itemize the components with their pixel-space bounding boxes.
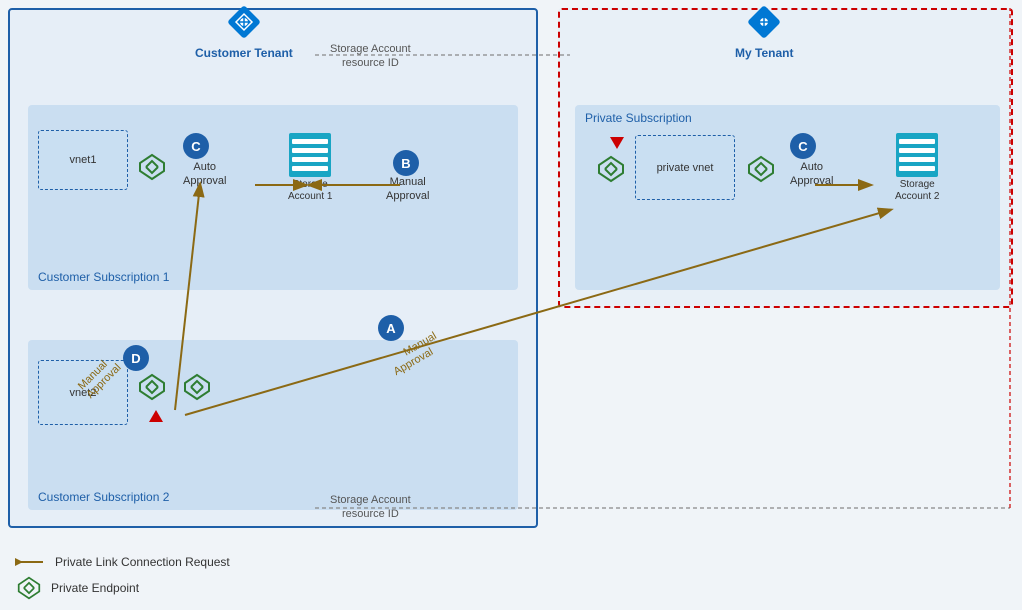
storage-account-1: StorageAccount 1 — [288, 133, 332, 203]
badge-c1: C — [183, 133, 209, 159]
resource-id-top: Storage Account resource ID — [330, 42, 411, 71]
legend-item-pe: Private Endpoint — [15, 576, 230, 600]
vnet1-box: vnet1 — [38, 130, 128, 190]
pe-icon-sub2-left — [138, 373, 166, 401]
legend-pe-label: Private Endpoint — [51, 581, 139, 595]
legend-item-arrow: Private Link Connection Request — [15, 554, 230, 570]
pe-svg-private-right — [747, 155, 775, 183]
private-vnet-box: private vnet — [635, 135, 735, 200]
manual-approval-b: Manual Approval — [386, 175, 429, 204]
pe-icon-sub2-right — [183, 373, 211, 401]
my-tenant-box: My Tenant Private Subscription private v… — [558, 8, 1013, 308]
pe-svg-sub2-right — [183, 373, 211, 401]
diagram-area: Customer Tenant Customer Subscription 1 … — [0, 0, 1022, 610]
sub1-box: Customer Subscription 1 vnet1 C Auto App… — [28, 105, 518, 290]
my-tenant-icon: My Tenant — [735, 0, 793, 60]
storage-line — [899, 139, 935, 144]
private-sub-label: Private Subscription — [585, 111, 692, 125]
auto-approval-1: Auto Approval — [183, 160, 226, 189]
storage-line — [899, 157, 935, 162]
customer-tenant-label: Customer Tenant — [195, 46, 293, 60]
red-arrow-down-icon — [610, 137, 624, 149]
storage-label-2: StorageAccount 2 — [895, 179, 939, 203]
legend-arrow-label: Private Link Connection Request — [55, 555, 230, 569]
badge-c2: C — [790, 133, 816, 159]
customer-tenant-icon: Customer Tenant — [195, 0, 293, 60]
pe-svg-sub1 — [138, 153, 166, 181]
pe-icon-private-right — [747, 155, 775, 183]
storage-block-1 — [289, 133, 331, 177]
vnet1-label: vnet1 — [70, 154, 97, 166]
sub2-label: Customer Subscription 2 — [38, 490, 169, 504]
storage-line — [292, 157, 328, 162]
customer-tenant-box: Customer Tenant Customer Subscription 1 … — [8, 8, 538, 528]
auto-approval-2: Auto Approval — [790, 160, 833, 189]
pe-svg-private — [597, 155, 625, 183]
storage-line — [899, 166, 935, 171]
sub1-label: Customer Subscription 1 — [38, 270, 169, 284]
pe-icon-private — [597, 155, 625, 183]
red-arrow-sub2 — [149, 410, 163, 422]
red-arrow-private — [610, 137, 624, 149]
azure-my-tenant-icon — [742, 0, 786, 44]
pe-icon-sub1 — [138, 153, 166, 181]
private-sub-box: Private Subscription private vnet — [575, 105, 1000, 290]
storage-line — [292, 139, 328, 144]
private-vnet-label: private vnet — [657, 162, 714, 174]
storage-block-2 — [896, 133, 938, 177]
sub2-box: Customer Subscription 2 vnet2 — [28, 340, 518, 510]
red-arrow-up-icon — [149, 410, 163, 422]
storage-line — [899, 148, 935, 153]
legend-arrow-icon — [15, 554, 47, 570]
pe-svg-sub2-left — [138, 373, 166, 401]
legend: Private Link Connection Request Private … — [15, 554, 230, 600]
storage-line — [292, 166, 328, 171]
azure-tenant-icon — [222, 0, 266, 44]
my-tenant-label: My Tenant — [735, 46, 793, 60]
storage-label-1: StorageAccount 1 — [288, 179, 332, 203]
badge-d: D — [123, 345, 149, 371]
storage-line — [292, 148, 328, 153]
legend-pe-icon — [15, 576, 43, 600]
resource-id-bottom: Storage Account resource ID — [330, 493, 411, 522]
badge-b: B — [393, 150, 419, 176]
storage-account-2: StorageAccount 2 — [895, 133, 939, 203]
